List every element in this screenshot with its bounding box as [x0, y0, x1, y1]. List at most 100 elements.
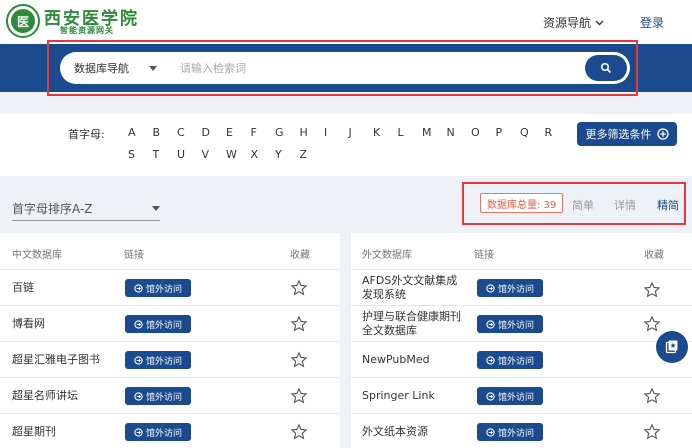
- letter-o[interactable]: O: [471, 126, 496, 139]
- view-compact[interactable]: 精简: [657, 197, 679, 213]
- search-scope-select[interactable]: 数据库导航: [74, 60, 157, 76]
- database-name[interactable]: AFDS外文文献集成 发现系统: [362, 274, 457, 302]
- favorites-float-button[interactable]: [656, 331, 688, 363]
- star-icon[interactable]: [643, 423, 661, 441]
- offsite-access-button[interactable]: 馆外访问: [477, 351, 543, 369]
- offsite-access-label: 馆外访问: [145, 320, 182, 331]
- star-icon[interactable]: [290, 315, 308, 333]
- letter-b[interactable]: B: [153, 126, 178, 139]
- brand-subtitle: 智能资源网关: [60, 26, 114, 35]
- letter-s[interactable]: S: [128, 148, 153, 161]
- offsite-access-button[interactable]: 馆外访问: [125, 279, 191, 297]
- offsite-access-button[interactable]: 馆外访问: [125, 315, 191, 333]
- letter-t[interactable]: T: [153, 148, 178, 161]
- letter-i[interactable]: I: [324, 126, 349, 139]
- database-name[interactable]: 超星名师讲坛: [12, 389, 78, 403]
- access-icon: [486, 355, 495, 365]
- letter-j[interactable]: J: [349, 126, 374, 139]
- access-icon: [486, 283, 495, 293]
- access-icon: [134, 391, 143, 401]
- database-name[interactable]: Springer Link: [362, 389, 435, 403]
- database-name[interactable]: 博看网: [12, 317, 45, 331]
- access-icon: [134, 427, 143, 437]
- offsite-access-label: 馆外访问: [145, 392, 182, 403]
- letter-n[interactable]: N: [447, 126, 472, 139]
- offsite-access-label: 馆外访问: [145, 428, 182, 439]
- letter-k[interactable]: K: [373, 126, 398, 139]
- letter-f[interactable]: F: [251, 126, 276, 139]
- database-name[interactable]: 超星汇雅电子图书: [12, 353, 100, 367]
- search-scope-label: 数据库导航: [74, 62, 129, 75]
- offsite-access-label: 馆外访问: [145, 356, 182, 367]
- database-name[interactable]: NewPubMed: [362, 353, 430, 367]
- chinese-database-panel: 中文数据库 链接 收藏 百链 馆外访问 博看网 馆外访问 超星汇雅电子图书 馆外…: [0, 233, 340, 448]
- star-icon[interactable]: [290, 279, 308, 297]
- star-icon[interactable]: [643, 387, 661, 405]
- letter-e[interactable]: E: [226, 126, 251, 139]
- sort-select[interactable]: 首字母排序A-Z: [12, 200, 160, 221]
- database-name-line-2: 全文数据库: [362, 324, 417, 337]
- star-icon[interactable]: [290, 423, 308, 441]
- database-name-line-1: 护理与联合健康期刊: [362, 310, 461, 323]
- offsite-access-button[interactable]: 馆外访问: [477, 387, 543, 405]
- plus-circle-icon: [656, 128, 669, 140]
- header-foreign-db: 外文数据库: [362, 250, 412, 261]
- view-detail[interactable]: 详情: [614, 197, 636, 213]
- star-icon[interactable]: [643, 281, 661, 299]
- database-name[interactable]: 百链: [12, 281, 34, 295]
- offsite-access-button[interactable]: 馆外访问: [125, 423, 191, 441]
- database-name[interactable]: 外文纸本资源: [362, 425, 428, 439]
- letter-q[interactable]: Q: [520, 126, 545, 139]
- offsite-access-button[interactable]: 馆外访问: [477, 315, 543, 333]
- search-icon: [600, 62, 612, 74]
- access-icon: [134, 355, 143, 365]
- letter-row-2: S T U V W X Y Z: [128, 148, 324, 161]
- header-link: 链接: [124, 250, 144, 261]
- search-input[interactable]: [180, 59, 580, 77]
- star-icon[interactable]: [290, 387, 308, 405]
- database-name[interactable]: 超星期刊: [12, 425, 56, 439]
- letter-v[interactable]: V: [202, 148, 227, 161]
- letter-d[interactable]: D: [202, 126, 227, 139]
- access-icon: [486, 391, 495, 401]
- letter-p[interactable]: P: [496, 126, 521, 139]
- login-link[interactable]: 登录: [640, 14, 664, 31]
- table-row: 博看网 馆外访问: [0, 305, 340, 341]
- offsite-access-button[interactable]: 馆外访问: [477, 423, 543, 441]
- view-simple[interactable]: 简单: [572, 197, 594, 213]
- top-bar: 医 西安医学院 智能资源网关 资源导航 登录: [0, 0, 692, 44]
- database-name-line-1: AFDS外文文献集成: [362, 274, 458, 287]
- letter-g[interactable]: G: [275, 126, 300, 139]
- star-icon[interactable]: [643, 315, 661, 333]
- table-row: 超星期刊 馆外访问: [0, 413, 340, 448]
- letter-z[interactable]: Z: [300, 148, 325, 161]
- offsite-access-button[interactable]: 馆外访问: [125, 351, 191, 369]
- offsite-access-button[interactable]: 馆外访问: [125, 387, 191, 405]
- letter-a[interactable]: A: [128, 126, 153, 139]
- letter-l[interactable]: L: [398, 126, 423, 139]
- offsite-access-label: 馆外访问: [145, 284, 182, 295]
- search-button[interactable]: [585, 55, 627, 81]
- table-row: 超星名师讲坛 馆外访问: [0, 377, 340, 413]
- letter-c[interactable]: C: [177, 126, 202, 139]
- star-icon[interactable]: [290, 351, 308, 369]
- letter-row-1: A B C D E F G H I J K L M N O P Q R: [128, 126, 569, 139]
- letter-u[interactable]: U: [177, 148, 202, 161]
- letter-w[interactable]: W: [226, 148, 251, 161]
- header-link: 链接: [474, 250, 494, 261]
- letter-y[interactable]: Y: [275, 148, 300, 161]
- table-row: 外文纸本资源 馆外访问: [351, 413, 692, 448]
- table-row: NewPubMed 馆外访问: [351, 341, 692, 377]
- more-filters-button[interactable]: 更多筛选条件: [577, 122, 677, 146]
- database-name[interactable]: 护理与联合健康期刊 全文数据库: [362, 310, 461, 338]
- letter-r[interactable]: R: [545, 126, 570, 139]
- letter-x[interactable]: X: [251, 148, 276, 161]
- letter-h[interactable]: H: [300, 126, 325, 139]
- database-total-badge: 数据库总量: 39: [480, 193, 564, 213]
- school-logo[interactable]: 医: [6, 4, 40, 38]
- letter-m[interactable]: M: [422, 126, 447, 139]
- offsite-access-button[interactable]: 馆外访问: [477, 279, 543, 297]
- offsite-access-label: 馆外访问: [497, 428, 534, 439]
- offsite-access-label: 馆外访问: [497, 284, 534, 295]
- resources-nav-menu[interactable]: 资源导航: [543, 14, 604, 31]
